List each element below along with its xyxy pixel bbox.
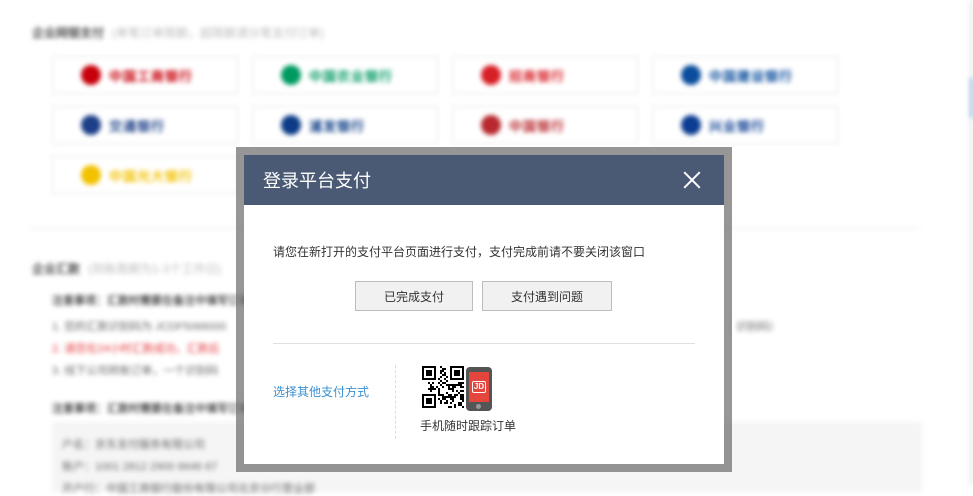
bank-name: 兴业银行 — [709, 118, 766, 134]
bank-option[interactable]: 招商银行 — [452, 56, 638, 94]
account-line: 开户行：中国工商银行股份有限公司北京分行营业部 — [62, 483, 315, 495]
bank-logo-icon — [481, 115, 501, 135]
platform-payment-dialog: 登录平台支付 请您在新打开的支付平台页面进行支付，支付完成前请不要关闭该窗口 已… — [244, 155, 724, 464]
bank-logo-icon — [81, 65, 101, 85]
bank-option[interactable]: 中国光大银行 — [52, 156, 238, 194]
bank-name: 中国银行 — [509, 118, 566, 134]
bank-name: 交通银行 — [109, 118, 166, 134]
close-icon[interactable] — [680, 168, 704, 192]
bank-option[interactable]: 中国银行 — [452, 106, 638, 144]
phone-icon: JD — [466, 367, 492, 411]
modal-overlay-frame: 登录平台支付 请您在新打开的支付平台页面进行支付，支付完成前请不要关闭该窗口 已… — [236, 147, 732, 472]
bank-option[interactable]: 浦发银行 — [252, 106, 438, 144]
dialog-title: 登录平台支付 — [263, 171, 371, 191]
vertical-divider — [395, 365, 397, 439]
qr-code-icon — [422, 366, 464, 408]
dialog-message: 请您在新打开的支付平台页面进行支付，支付完成前请不要关闭该窗口 — [273, 245, 646, 259]
note-line: 3. 线下公司转账订单，一个识别码 — [52, 365, 219, 377]
bank-logo-icon — [681, 115, 701, 135]
bank-logo-icon — [81, 115, 101, 135]
bank-name: 中国工商银行 — [109, 68, 194, 84]
payment-completed-button[interactable]: 已完成支付 — [355, 281, 473, 311]
bank-name: 中国农业银行 — [309, 68, 394, 84]
bank-logo-icon — [81, 165, 101, 185]
bank-logo-icon — [281, 115, 301, 135]
qr-caption: 手机随时跟踪订单 — [420, 419, 517, 433]
bank-logo-icon — [681, 65, 701, 85]
dialog-divider — [273, 343, 695, 344]
note-heading: 注意事项：汇款时需要在备注中填写订单号 — [52, 403, 261, 415]
note-line-suffix: 识别码） — [736, 321, 780, 333]
bank-option[interactable]: 交通银行 — [52, 106, 238, 144]
bank-name: 招商银行 — [509, 68, 566, 84]
bank-name: 中国建设银行 — [709, 68, 794, 84]
payment-problem-button[interactable]: 支付遇到问题 — [482, 281, 612, 311]
bank-name: 浦发银行 — [309, 118, 366, 134]
bank-option[interactable]: 兴业银行 — [652, 106, 838, 144]
note-line: 1. 您的汇款识别码为 JCDF5066000 — [52, 321, 227, 333]
company-transfer-section-title: 企业汇款 (到账周期为1-3个工作日) — [32, 262, 222, 276]
enterprise-bank-section-title: 企业网银支付 (单笔订单限额，超限额请分笔支付订单) — [32, 26, 325, 40]
other-payment-method-link[interactable]: 选择其他支付方式 — [273, 383, 369, 400]
note-heading: 注意事项：汇款时需要在备注中填写订单号 — [52, 295, 261, 307]
bank-option[interactable]: 中国农业银行 — [252, 56, 438, 94]
bank-option[interactable]: 中国工商银行 — [52, 56, 238, 94]
bank-option[interactable]: 中国建设银行 — [652, 56, 838, 94]
bank-name: 中国光大银行 — [109, 168, 194, 184]
dialog-header: 登录平台支付 — [244, 155, 724, 205]
bank-logo-icon — [281, 65, 301, 85]
jd-badge: JD — [471, 381, 487, 393]
note-line: 2. 请您在24小时汇款成功，汇款后 — [52, 343, 220, 355]
bank-logo-icon — [481, 65, 501, 85]
